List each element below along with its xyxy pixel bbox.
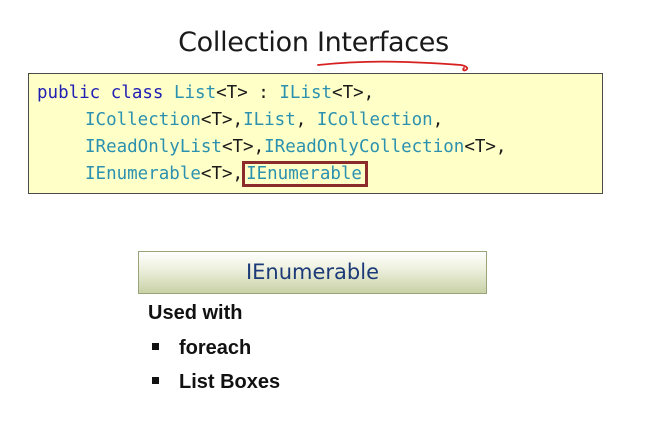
code-type: ICollection bbox=[316, 110, 433, 130]
code-type: IReadOnlyCollection bbox=[264, 137, 465, 157]
code-line-2: ICollection<T>,IList, ICollection, bbox=[85, 109, 443, 131]
code-keywords: public class bbox=[37, 83, 174, 103]
highlighted-interface: IEnumerable bbox=[242, 161, 368, 187]
code-class-name: List bbox=[173, 83, 217, 103]
list-item-label: foreach bbox=[179, 337, 252, 359]
code-punct: <T>, bbox=[332, 83, 375, 103]
code-type: ICollection bbox=[85, 110, 201, 130]
list-item: List Boxes bbox=[148, 370, 280, 394]
square-bullet-icon bbox=[152, 377, 159, 385]
code-snippet: public class List<T> : IList<T>, ICollec… bbox=[28, 73, 603, 194]
code-generic: <T>, bbox=[464, 137, 507, 157]
square-bullet-icon bbox=[152, 343, 159, 351]
code-line-3: IReadOnlyList<T>,IReadOnlyCollection<T>, bbox=[85, 136, 506, 158]
section-header: IEnumerable bbox=[138, 251, 487, 294]
used-with-label: Used with bbox=[148, 302, 243, 324]
code-line-4: IEnumerable<T>, IEnumerable bbox=[85, 161, 368, 187]
code-punct: , bbox=[295, 110, 317, 130]
code-type: IList bbox=[243, 110, 296, 130]
code-generic: <T>, bbox=[221, 137, 265, 157]
code-punct: , bbox=[432, 110, 444, 130]
code-type: IEnumerable bbox=[85, 164, 201, 184]
list-item-label: List Boxes bbox=[179, 371, 281, 393]
code-type: IReadOnlyList bbox=[85, 137, 222, 157]
list-item: foreach bbox=[148, 336, 251, 360]
code-line-1: public class List<T> : IList<T>, bbox=[37, 82, 374, 104]
code-type: IList bbox=[279, 83, 333, 103]
slide-title: Collection Interfaces bbox=[178, 27, 449, 58]
code-generic: <T>, bbox=[200, 164, 244, 184]
ink-stroke bbox=[317, 60, 469, 72]
code-generic: <T>, bbox=[200, 110, 244, 130]
code-generic: <T> : bbox=[216, 83, 280, 103]
ink-underline-annotation bbox=[317, 60, 469, 72]
